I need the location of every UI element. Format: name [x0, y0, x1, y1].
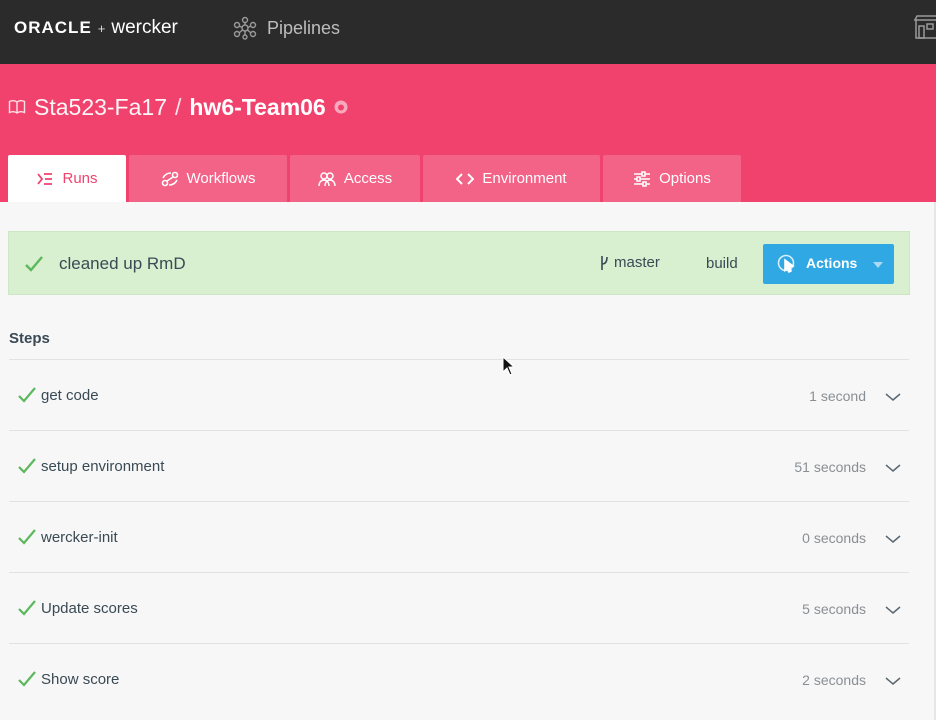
runs-icon: [37, 172, 53, 185]
actions-button[interactable]: Actions: [763, 244, 894, 284]
step-name: Show score: [41, 671, 120, 688]
step-duration: 0 seconds: [802, 530, 866, 546]
tab-environment[interactable]: Environment: [423, 155, 600, 202]
step-duration: 1 second: [809, 388, 866, 404]
chevron-down-icon[interactable]: [885, 605, 901, 615]
github-icon[interactable]: [334, 100, 348, 114]
tab-options[interactable]: Options: [603, 155, 741, 202]
check-icon: [25, 256, 43, 272]
steps-list: get code 1 second setup environment 51 s…: [9, 359, 909, 714]
sliders-icon: [634, 170, 651, 187]
run-commit-message[interactable]: cleaned up RmD: [59, 254, 186, 274]
check-icon: [18, 387, 36, 403]
check-icon: [18, 529, 36, 545]
check-icon: [18, 458, 36, 474]
step-name: wercker-init: [41, 529, 118, 546]
caret-down-icon[interactable]: [873, 262, 883, 268]
step-row[interactable]: get code 1 second: [9, 359, 909, 430]
chevron-down-icon[interactable]: [885, 463, 901, 473]
branch-icon: [601, 255, 608, 270]
pointer-icon: [777, 254, 795, 274]
tab-runs[interactable]: Runs: [8, 155, 126, 202]
oracle-wordmark: ORACLE: [14, 18, 92, 37]
brand-logo[interactable]: ORACLE + wercker: [14, 16, 178, 40]
tab-label: Options: [659, 170, 711, 187]
store-icon[interactable]: [912, 14, 936, 40]
project-repo-link[interactable]: hw6-Team06: [189, 94, 325, 121]
pipelines-label: Pipelines: [267, 17, 341, 38]
tab-label: Environment: [482, 170, 567, 187]
step-row[interactable]: wercker-init 0 seconds: [9, 501, 909, 572]
run-status-bar: cleaned up RmD master build Actions: [8, 231, 910, 295]
run-branch[interactable]: master: [599, 254, 660, 271]
branch-name: master: [614, 254, 660, 271]
actions-label: Actions: [806, 255, 858, 271]
step-row[interactable]: Show score 2 seconds: [9, 643, 909, 714]
tab-label: Access: [343, 170, 393, 187]
book-icon: [8, 100, 26, 114]
step-duration: 51 seconds: [794, 459, 866, 475]
project-tabs: Runs Workflows Access Environment Option…: [8, 155, 741, 202]
tab-label: Runs: [62, 170, 98, 187]
access-icon: [318, 171, 336, 186]
breadcrumb-separator: /: [174, 93, 182, 120]
pipelines-nav-link[interactable]: Pipelines: [233, 14, 340, 42]
workflows-icon: [161, 171, 178, 186]
tab-workflows[interactable]: Workflows: [129, 155, 287, 202]
wercker-wordmark: wercker: [111, 17, 178, 38]
step-duration: 5 seconds: [802, 601, 866, 617]
step-name: Update scores: [41, 600, 138, 617]
project-title: Sta523-Fa17 / hw6-Team06: [8, 92, 348, 122]
step-name: setup environment: [41, 458, 165, 475]
code-icon: [456, 172, 475, 185]
step-row[interactable]: setup environment 51 seconds: [9, 430, 909, 501]
project-owner-link[interactable]: Sta523-Fa17: [34, 94, 167, 121]
brand-plus: +: [97, 20, 106, 36]
step-name: get code: [41, 387, 99, 404]
steps-heading: Steps: [9, 330, 50, 347]
pipelines-icon: [233, 16, 257, 40]
chevron-down-icon[interactable]: [885, 392, 901, 402]
top-navigation-bar: ORACLE + wercker Pipelines: [0, 0, 936, 64]
step-duration: 2 seconds: [802, 672, 866, 688]
chevron-down-icon[interactable]: [885, 676, 901, 686]
chevron-down-icon[interactable]: [885, 534, 901, 544]
tab-access[interactable]: Access: [290, 155, 420, 202]
check-icon: [18, 600, 36, 616]
project-header: Sta523-Fa17 / hw6-Team06 Runs Workflows: [0, 64, 936, 202]
check-icon: [18, 671, 36, 687]
tab-label: Workflows: [186, 170, 256, 187]
mouse-cursor-icon: [502, 356, 514, 376]
step-row[interactable]: Update scores 5 seconds: [9, 572, 909, 643]
run-pipeline-name[interactable]: build: [706, 255, 738, 272]
